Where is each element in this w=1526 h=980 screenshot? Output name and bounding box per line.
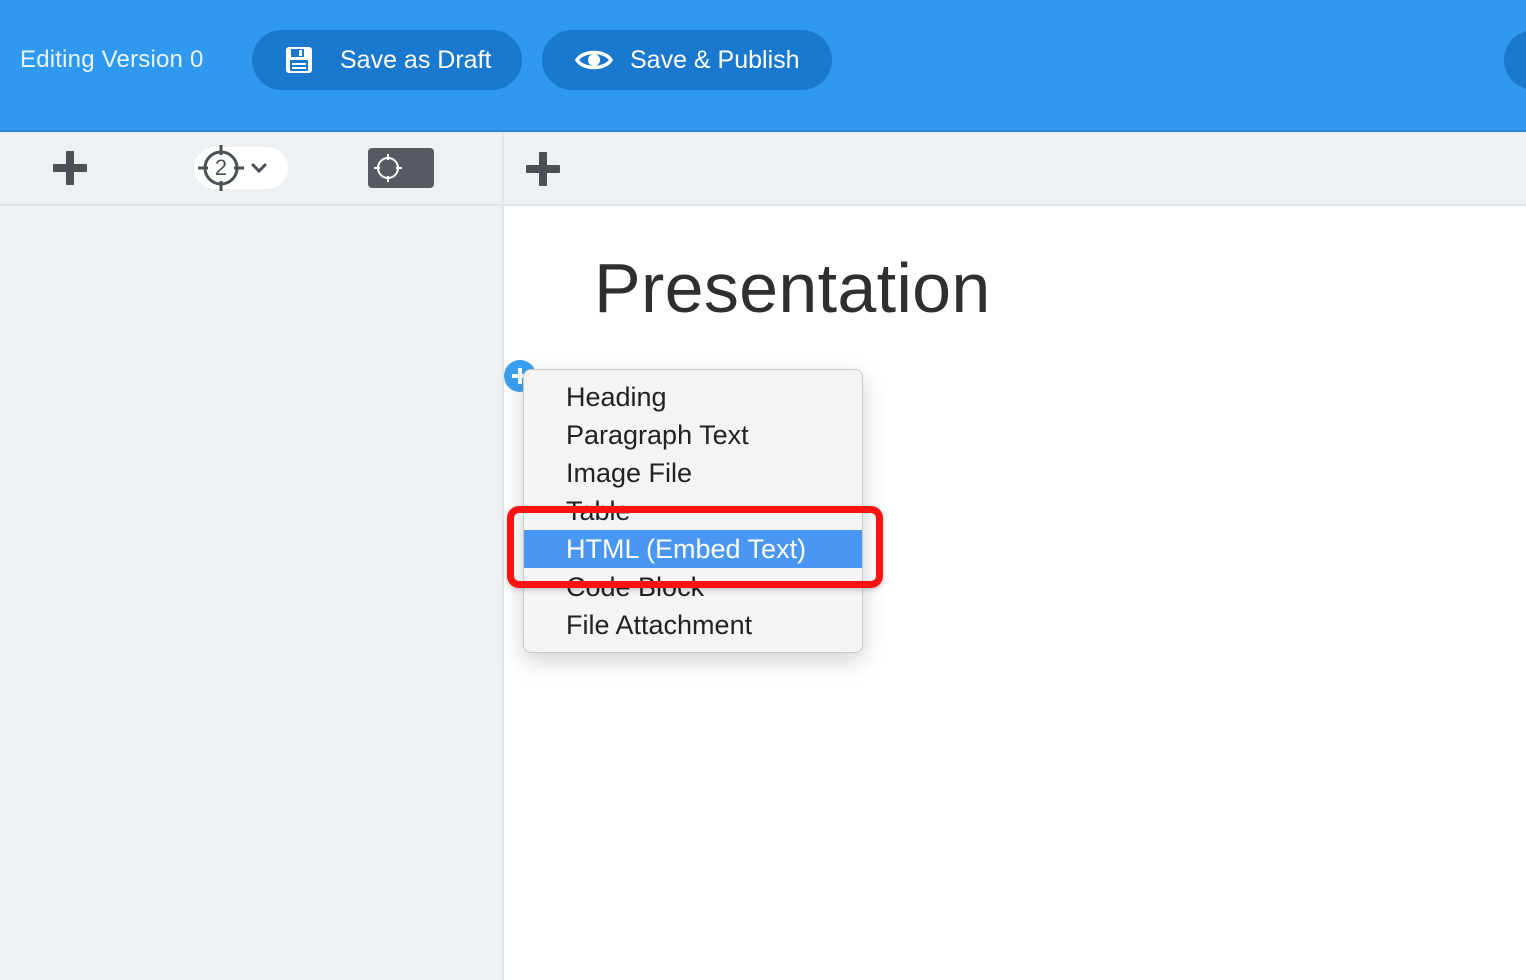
menu-item-paragraph-text[interactable]: Paragraph Text [524,416,862,454]
save-draft-button[interactable]: Save as Draft [252,30,522,90]
menu-item-html-embed-text[interactable]: HTML (Embed Text) [524,530,862,568]
add-section-button[interactable] [53,151,87,185]
focus-button[interactable] [368,148,434,188]
panel-divider [502,132,504,980]
menu-item-code-block[interactable]: Code Block [524,568,862,606]
menu-item-file-attachment[interactable]: File Attachment [524,606,862,644]
top-bar: Editing Version 0 Save as Draft Save & P… [0,0,1526,132]
menu-item-table[interactable]: Table [524,492,862,530]
eye-icon [575,44,615,76]
crosshair-icon [374,154,402,182]
floppy-disk-icon [284,44,324,76]
save-publish-label: Save & Publish [630,45,800,74]
outline-panel [0,206,502,980]
menu-item-heading[interactable]: Heading [524,378,862,416]
heading-level-select[interactable]: 2 [194,145,288,191]
plus-icon [53,151,87,185]
chevron-down-icon [251,163,267,174]
menu-item-image-file[interactable]: Image File [524,454,862,492]
block-type-menu: Heading Paragraph Text Image File Table … [523,369,863,653]
version-label: Editing Version 0 [20,46,204,73]
save-draft-label: Save as Draft [340,45,492,74]
document-title[interactable]: Presentation [594,248,991,328]
heading-level-value: 2 [214,155,228,180]
save-publish-button[interactable]: Save & Publish [542,30,832,90]
plus-icon [526,152,560,186]
account-button[interactable] [1504,30,1526,90]
add-block-toolbar-button[interactable] [526,152,560,186]
